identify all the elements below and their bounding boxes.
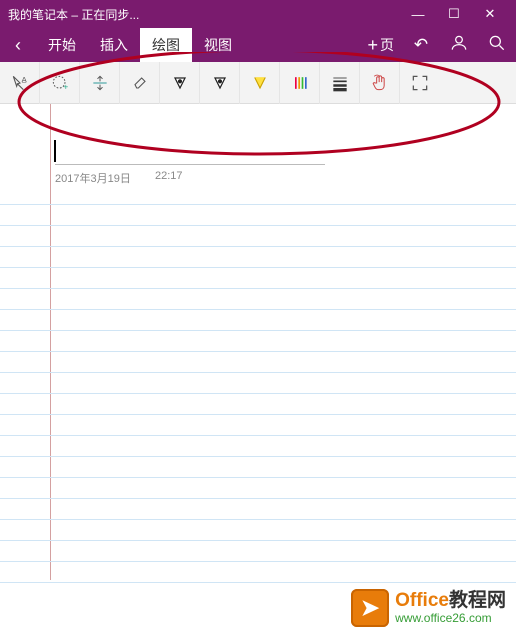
- ruled-line: [0, 351, 516, 352]
- logo-badge: ➤: [351, 589, 389, 627]
- lasso-icon: +: [50, 73, 70, 93]
- ribbon-tabs: ‹ 开始 插入 绘图 视图 +页 ↶: [0, 28, 516, 62]
- lines-icon: [330, 73, 350, 93]
- cursor-text-icon: A̲: [10, 73, 30, 93]
- ruled-line: [0, 267, 516, 268]
- titlebar: 我的笔记本 – 正在同步... — ☐ ✕: [0, 0, 516, 28]
- maximize-button[interactable]: ☐: [436, 6, 472, 22]
- pen-icon: [210, 73, 230, 93]
- logo-url: www.office26.com: [395, 612, 506, 625]
- text-cursor: [54, 140, 56, 162]
- title-underline: [55, 164, 325, 165]
- ruled-line: [0, 582, 516, 583]
- tab-view[interactable]: 视图: [192, 28, 244, 62]
- user-button[interactable]: [440, 33, 478, 58]
- margin-line: [50, 104, 51, 580]
- user-icon: [449, 33, 469, 53]
- undo-button[interactable]: ↶: [402, 35, 440, 55]
- pen-icon: [170, 73, 190, 93]
- ruled-line: [0, 498, 516, 499]
- svg-text:A̲: A̲: [21, 75, 27, 84]
- ruled-line: [0, 393, 516, 394]
- logo-text-1: Office: [395, 590, 449, 611]
- svg-text:+: +: [63, 81, 68, 91]
- logo-text-2: 教程网: [449, 590, 506, 611]
- add-page-button[interactable]: +页: [359, 35, 402, 56]
- hand-icon: [370, 73, 390, 93]
- watermark-logo: ➤ Office教程网 www.office26.com: [351, 589, 506, 627]
- text-tool-button[interactable]: A̲: [0, 62, 40, 104]
- highlighter-button[interactable]: [240, 62, 280, 104]
- back-button[interactable]: ‹: [0, 35, 36, 56]
- ruled-line: [0, 435, 516, 436]
- line-thickness-button[interactable]: [320, 62, 360, 104]
- touch-draw-button[interactable]: [360, 62, 400, 104]
- pen-black-button[interactable]: [160, 62, 200, 104]
- tab-insert[interactable]: 插入: [88, 28, 140, 62]
- fullscreen-icon: [410, 73, 430, 93]
- tab-start[interactable]: 开始: [36, 28, 88, 62]
- page-time: 22:17: [155, 170, 183, 182]
- ruled-line: [0, 204, 516, 205]
- draw-toolbar: A̲ +: [0, 62, 516, 104]
- search-button[interactable]: [478, 33, 516, 58]
- ruled-line: [0, 372, 516, 373]
- close-button[interactable]: ✕: [472, 6, 508, 22]
- pen-black2-button[interactable]: [200, 62, 240, 104]
- minimize-button[interactable]: —: [400, 7, 436, 22]
- ruled-line: [0, 456, 516, 457]
- color-picker-button[interactable]: [280, 62, 320, 104]
- page-date: 2017年3月19日: [55, 170, 131, 186]
- space-icon: [90, 73, 110, 93]
- eraser-icon: [130, 73, 150, 93]
- colors-icon: [290, 73, 310, 93]
- window-title: 我的笔记本 – 正在同步...: [8, 6, 400, 23]
- tab-draw[interactable]: 绘图: [140, 28, 192, 62]
- ruled-line: [0, 330, 516, 331]
- ruled-line: [0, 540, 516, 541]
- ruled-line: [0, 414, 516, 415]
- highlighter-icon: [250, 73, 270, 93]
- ruled-line: [0, 519, 516, 520]
- ruled-line: [0, 225, 516, 226]
- search-icon: [487, 33, 507, 53]
- lasso-tool-button[interactable]: +: [40, 62, 80, 104]
- fullscreen-button[interactable]: [400, 62, 440, 104]
- note-page[interactable]: 2017年3月19日 22:17: [0, 104, 516, 580]
- eraser-button[interactable]: [120, 62, 160, 104]
- ruled-line: [0, 309, 516, 310]
- ruled-line: [0, 561, 516, 562]
- ruled-line: [0, 477, 516, 478]
- ruled-line: [0, 246, 516, 247]
- ruled-line: [0, 288, 516, 289]
- insert-space-button[interactable]: [80, 62, 120, 104]
